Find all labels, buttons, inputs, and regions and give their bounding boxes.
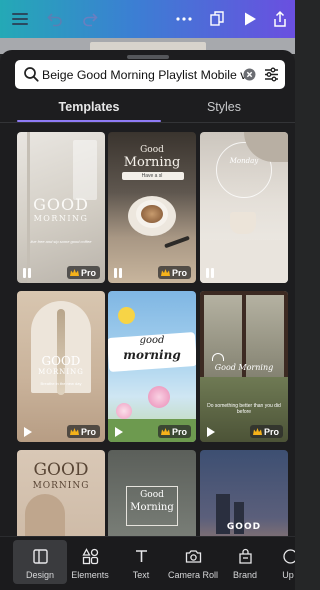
template-title: Good — [140, 145, 164, 155]
undo-icon — [47, 13, 62, 27]
template-title: GOOD — [33, 460, 89, 480]
template-title: Good — [140, 490, 164, 500]
pages-button[interactable] — [205, 7, 229, 31]
pro-badge: Pro — [66, 266, 100, 279]
editor-toolbar — [0, 0, 295, 38]
pro-badge: Pro — [249, 425, 283, 438]
more-options-button[interactable] — [172, 7, 196, 31]
template-subtitle: morning — [123, 348, 181, 362]
nav-label: Up — [282, 570, 294, 580]
vase-plant — [25, 494, 65, 536]
template-card[interactable]: GOOD MORNING — [17, 450, 105, 536]
template-title: GOOD — [41, 354, 81, 368]
pages-icon — [210, 11, 224, 26]
clear-icon[interactable] — [241, 66, 258, 83]
pro-badge: Pro — [66, 425, 100, 438]
undo-button[interactable] — [43, 7, 67, 31]
window-light — [73, 140, 97, 200]
nav-label: Camera Roll — [167, 570, 218, 580]
shapes-icon — [81, 548, 98, 565]
nav-uploads[interactable]: Up — [265, 537, 295, 587]
text-icon — [135, 550, 147, 562]
template-card[interactable]: Good Morning — [108, 450, 196, 536]
layout-icon — [32, 549, 48, 564]
candle-jar — [230, 212, 256, 234]
redo-button[interactable] — [78, 7, 102, 31]
template-title: good — [139, 335, 165, 346]
pro-badge: Pro — [157, 425, 191, 438]
spoon — [164, 235, 190, 249]
nav-elements[interactable]: Elements — [63, 537, 117, 587]
canva-mobile-editor: Templates Styles GOOD MORNING live free … — [0, 0, 295, 590]
template-caption: Have a sl — [141, 173, 163, 179]
play-icon — [245, 12, 256, 26]
nav-camera-roll[interactable]: Camera Roll — [166, 537, 220, 587]
pause-icon[interactable] — [23, 268, 32, 278]
template-card[interactable]: Monday — [200, 132, 288, 283]
play-icon[interactable] — [115, 427, 123, 437]
upload-icon — [282, 549, 295, 564]
template-card[interactable]: GOOD MORNING live free and sip some good… — [17, 132, 105, 283]
sun-sticker — [118, 307, 135, 324]
tab-styles[interactable]: Styles — [161, 94, 287, 120]
play-icon[interactable] — [24, 427, 32, 437]
nav-label: Elements — [71, 570, 109, 580]
template-card[interactable]: GOOD MORNING Breathe in the new day Pro — [17, 291, 105, 442]
template-subtitle: Morning — [123, 155, 181, 170]
bottom-navigation: Design Elements Text Camera Roll Brand U… — [0, 536, 295, 590]
template-card[interactable]: Good Morning Do something better than yo… — [200, 291, 288, 442]
template-subtitle: Morning — [130, 502, 174, 513]
crown-icon — [69, 269, 79, 276]
pro-badge: Pro — [157, 266, 191, 279]
nav-text[interactable]: Text — [114, 537, 168, 587]
template-title: GOOD — [226, 522, 262, 532]
template-subtitle: MORNING — [38, 368, 84, 376]
search-input[interactable] — [42, 64, 248, 85]
nav-label: Design — [25, 570, 54, 580]
crown-icon — [160, 269, 170, 276]
template-title: GOOD — [33, 195, 89, 214]
template-title: Good Morning — [214, 363, 274, 372]
nav-label: Text — [132, 570, 150, 580]
tab-templates[interactable]: Templates — [17, 94, 161, 120]
search-bar[interactable] — [15, 60, 285, 89]
template-caption: Do something better than you did before — [207, 403, 281, 415]
cosmos-flower-small — [116, 403, 132, 419]
pause-icon[interactable] — [206, 268, 215, 278]
template-card[interactable]: good morning Pro — [108, 291, 196, 442]
crown-icon — [69, 428, 79, 435]
more-dots-icon — [176, 17, 192, 21]
menu-button[interactable] — [8, 7, 32, 31]
panel-tabs: Templates Styles — [0, 94, 295, 124]
nav-label: Brand — [232, 570, 258, 580]
crown-icon — [160, 428, 170, 435]
templates-panel: Templates Styles GOOD MORNING live free … — [0, 50, 295, 536]
play-icon[interactable] — [207, 427, 215, 437]
template-caption: Breathe in the new day — [40, 381, 82, 386]
share-button[interactable] — [268, 7, 292, 31]
play-preview-button[interactable] — [238, 7, 262, 31]
nav-brand[interactable]: Brand — [218, 537, 272, 587]
search-icon — [24, 67, 39, 82]
template-subtitle: MORNING — [32, 481, 90, 491]
template-card[interactable]: GOOD — [200, 450, 288, 536]
cosmos-flower — [148, 386, 170, 408]
sun-line-icon — [212, 353, 224, 361]
drag-handle[interactable] — [127, 55, 169, 59]
crown-icon — [252, 428, 262, 435]
template-subtitle: MORNING — [33, 214, 89, 223]
nav-design[interactable]: Design — [13, 540, 67, 584]
filter-icon[interactable] — [263, 66, 280, 83]
coffee-foam — [141, 205, 163, 223]
template-card[interactable]: Good Morning Have a sl Pro — [108, 132, 196, 283]
template-caption: live free and sip some good coffee — [30, 239, 92, 244]
pause-icon[interactable] — [114, 268, 123, 278]
camera-icon — [185, 550, 201, 563]
share-icon — [274, 10, 286, 27]
brand-icon — [238, 548, 252, 564]
menu-icon — [12, 13, 28, 25]
tab-divider — [0, 122, 295, 123]
redo-icon — [83, 13, 98, 27]
